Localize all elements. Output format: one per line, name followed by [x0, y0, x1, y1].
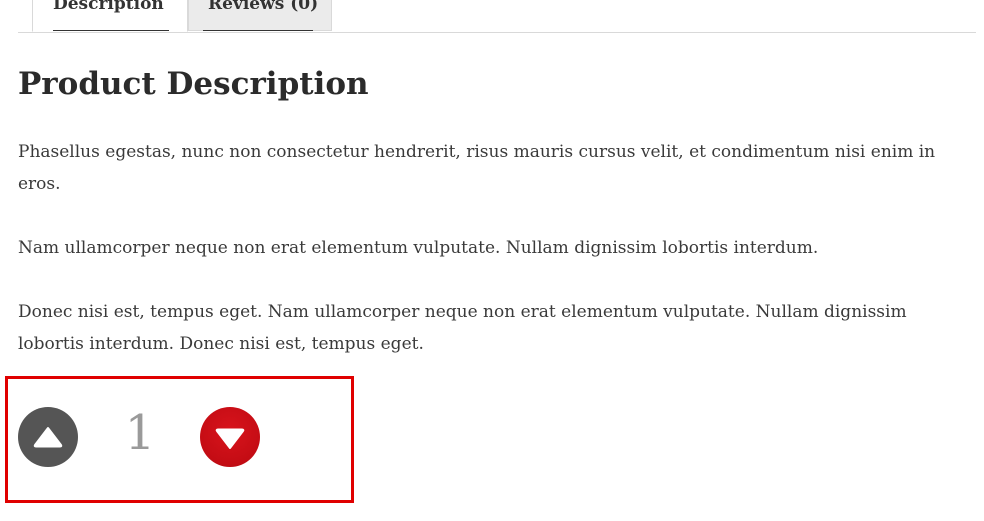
vote-up-button[interactable] — [18, 407, 78, 467]
vote-count: 1 — [124, 405, 156, 461]
vote-down-button[interactable] — [200, 407, 260, 467]
tab-description-label: Description — [53, 0, 164, 14]
description-paragraph: Donec nisi est, tempus eget. Nam ullamco… — [18, 302, 907, 354]
triangle-up-icon — [33, 427, 63, 448]
tab-reviews-label: Reviews (0) — [208, 0, 319, 14]
tab-description[interactable]: Description — [32, 0, 188, 32]
page-title: Product Description — [18, 66, 369, 102]
description-paragraph: Nam ullamcorper neque non erat elementum… — [18, 238, 819, 258]
tab-reviews[interactable]: Reviews (0) — [188, 0, 332, 31]
tab-reviews-underline — [203, 30, 313, 31]
triangle-down-icon — [215, 428, 245, 449]
description-paragraph: Phasellus egestas, nunc non consectetur … — [18, 142, 936, 194]
product-tabs: Description Reviews (0) — [18, 0, 976, 33]
tab-description-underline — [53, 30, 169, 31]
